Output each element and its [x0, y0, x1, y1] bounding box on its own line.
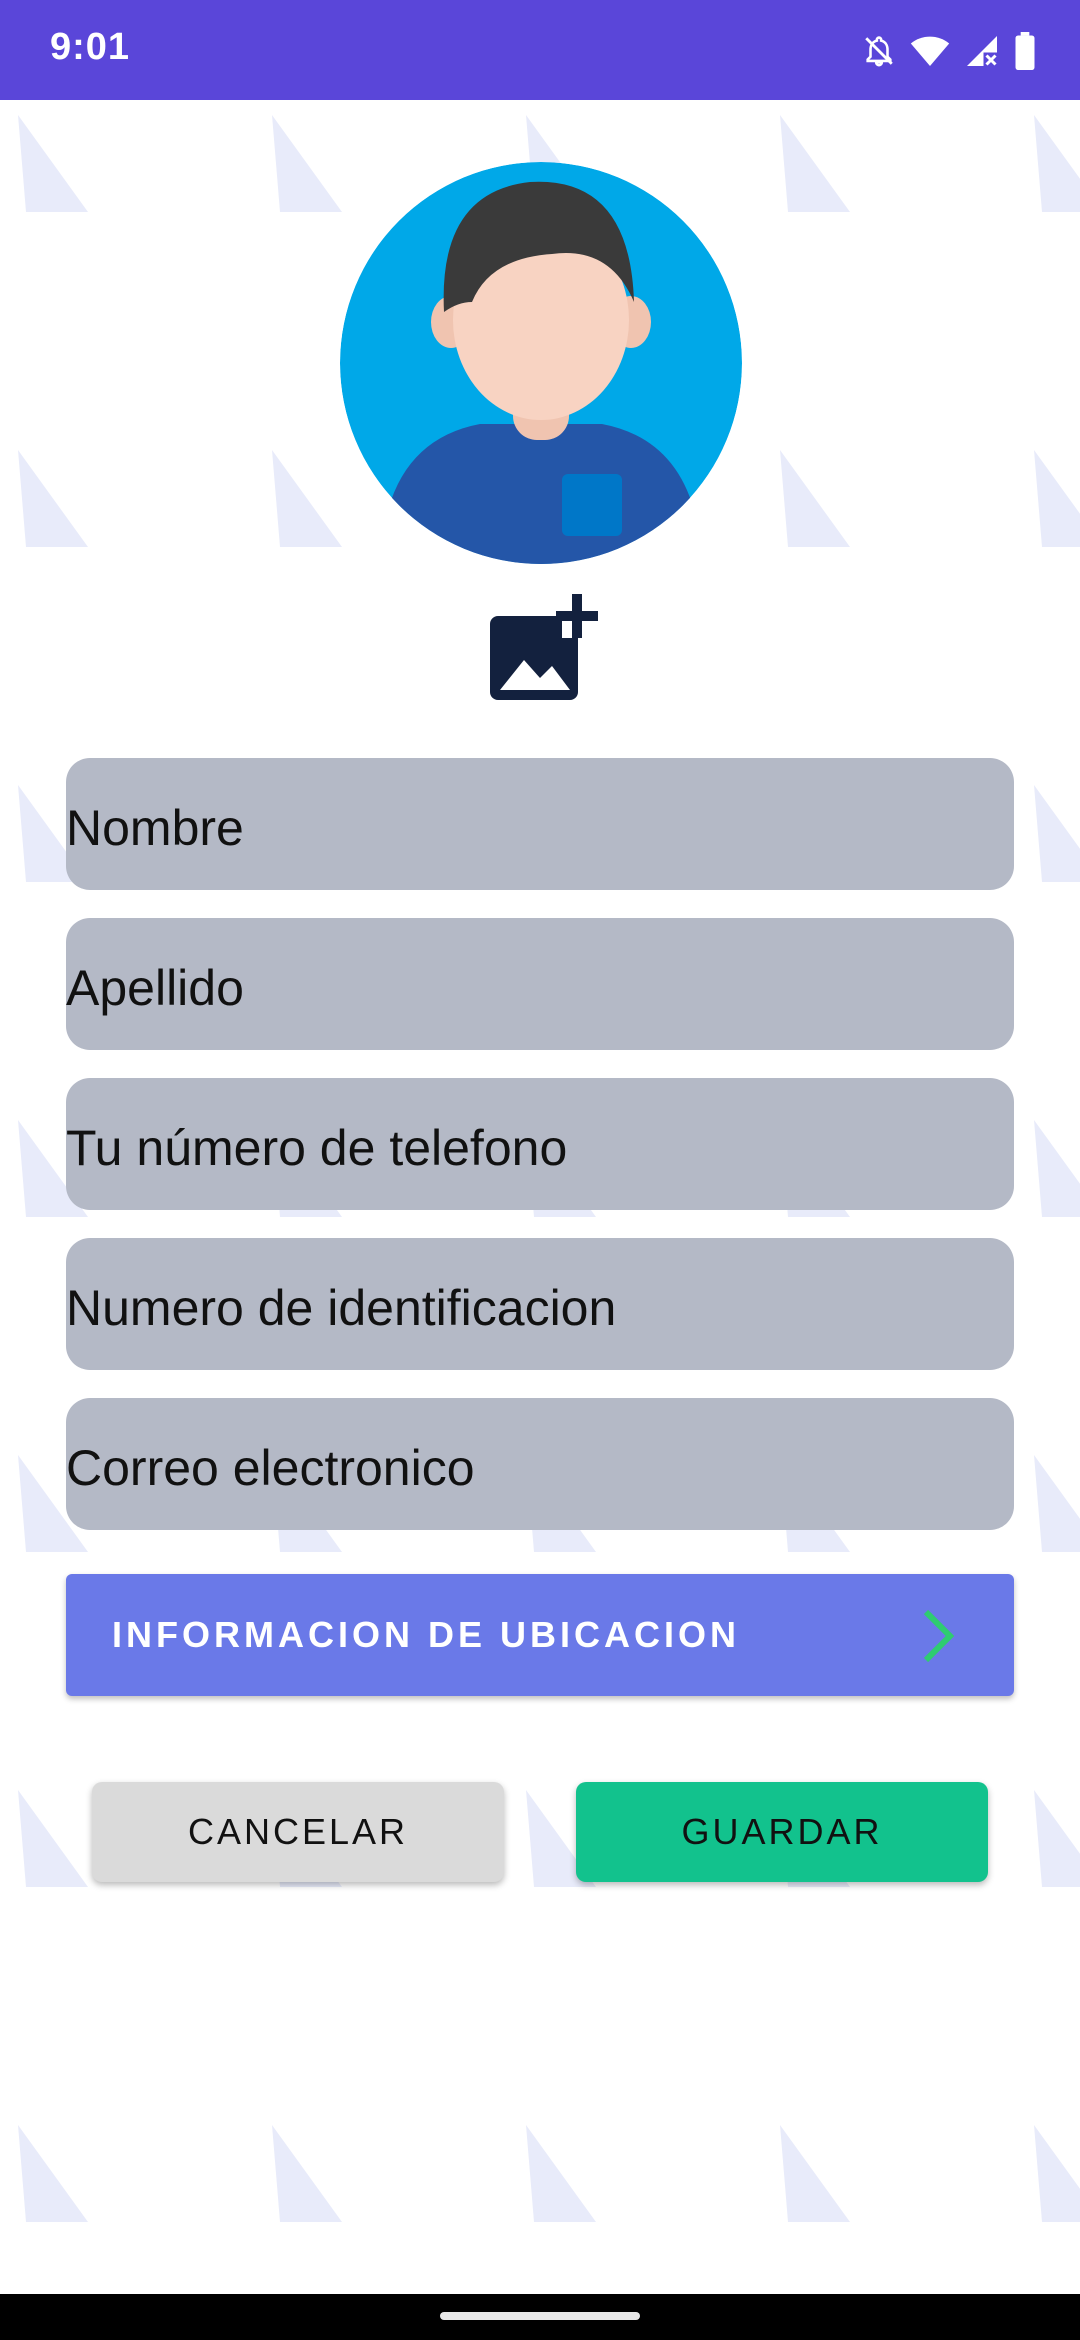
- user-avatar-icon: [340, 162, 742, 564]
- chevron-right-icon: [923, 1609, 955, 1663]
- profile-form-screen: Nombre Apellido Tu número de telefono Nu…: [0, 100, 1080, 2294]
- first-name-field[interactable]: Nombre: [66, 758, 1014, 890]
- add-photo-icon[interactable]: [488, 594, 598, 702]
- status-time: 9:01: [50, 26, 131, 68]
- last-name-placeholder: Apellido: [66, 960, 244, 1016]
- wifi-icon: [910, 36, 950, 66]
- cancel-button[interactable]: CANCELAR: [92, 1782, 504, 1882]
- status-icons: [862, 30, 1036, 72]
- email-field[interactable]: Correo electronico: [66, 1398, 1014, 1530]
- phone-number-placeholder: Tu número de telefono: [66, 1120, 568, 1176]
- last-name-field[interactable]: Apellido: [66, 918, 1014, 1050]
- home-gesture-handle[interactable]: [440, 2312, 640, 2320]
- phone-number-field[interactable]: Tu número de telefono: [66, 1078, 1014, 1210]
- signal-icon: [967, 36, 997, 66]
- save-button[interactable]: GUARDAR: [576, 1782, 988, 1882]
- status-bar: 9:01: [0, 0, 1080, 100]
- email-placeholder: Correo electronico: [66, 1440, 475, 1496]
- battery-icon: [1015, 32, 1035, 70]
- location-info-button[interactable]: INFORMACION DE UBICACION: [66, 1574, 1014, 1696]
- first-name-placeholder: Nombre: [66, 800, 244, 856]
- location-info-label: INFORMACION DE UBICACION: [112, 1614, 740, 1655]
- id-number-field[interactable]: Numero de identificacion: [66, 1238, 1014, 1370]
- navigation-bar: [0, 2294, 1080, 2340]
- id-number-placeholder: Numero de identificacion: [66, 1280, 617, 1336]
- bell-off-icon: [865, 36, 893, 67]
